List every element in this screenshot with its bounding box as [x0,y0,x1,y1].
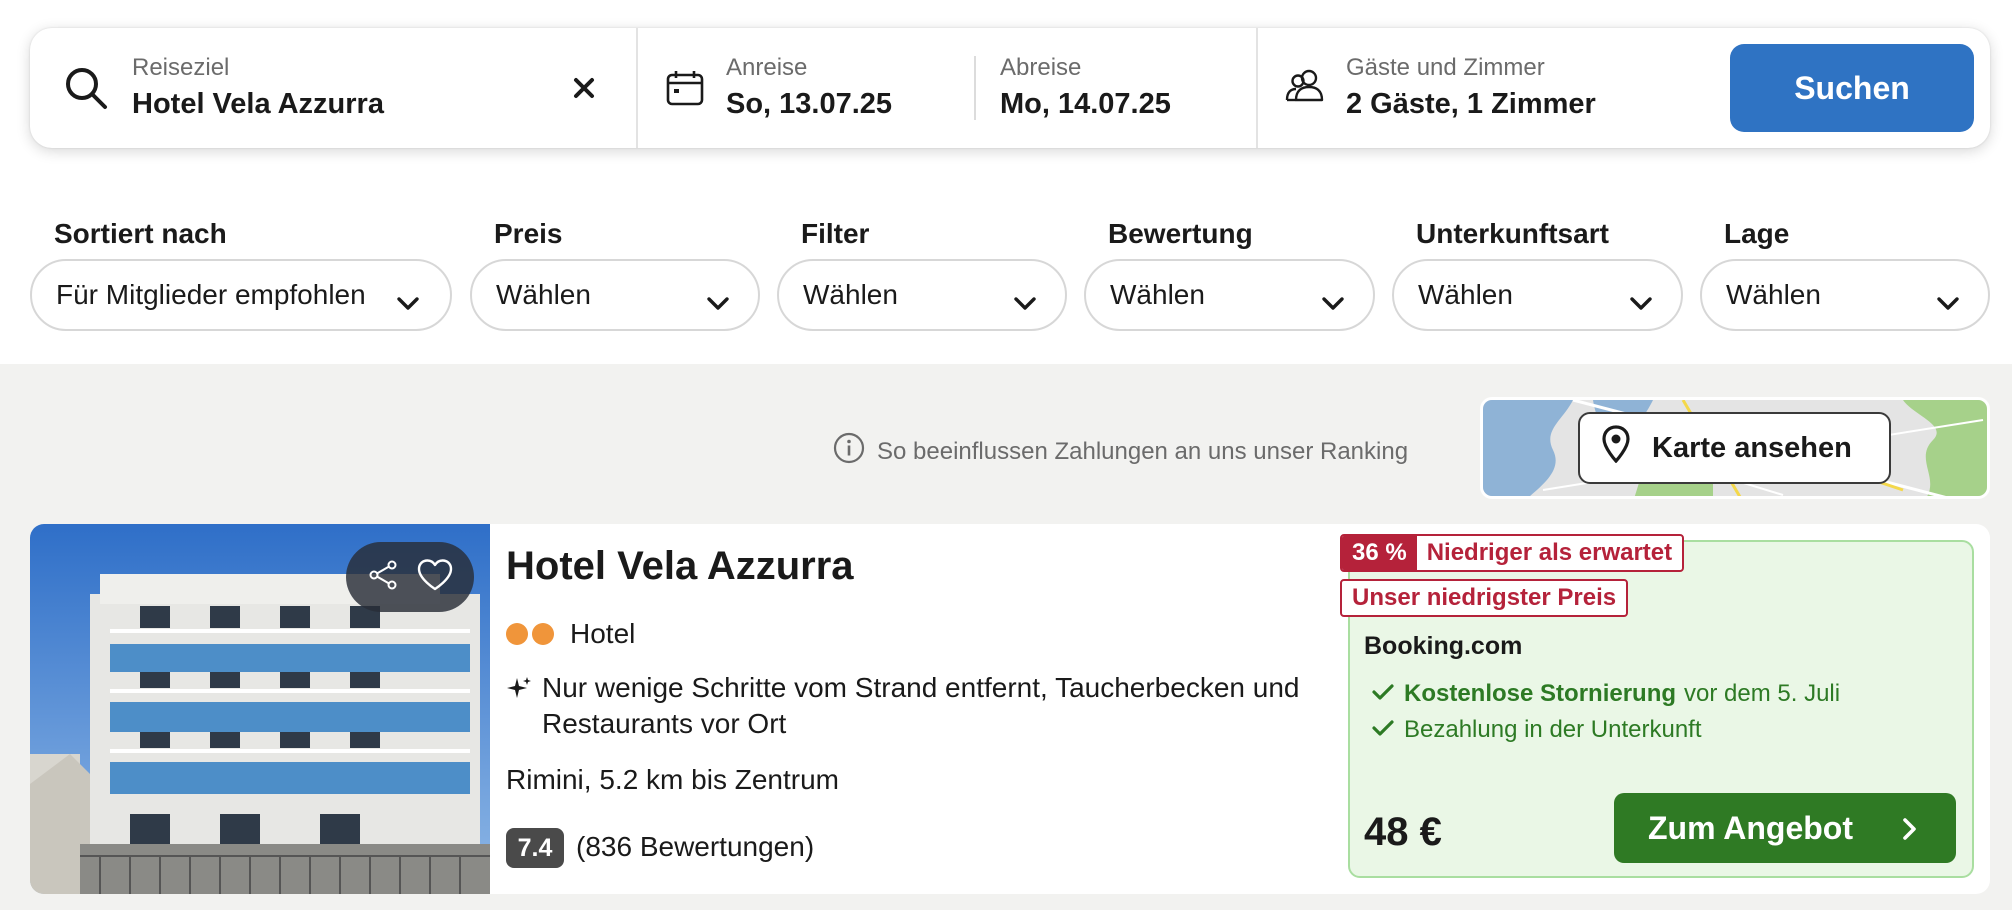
destination-field[interactable]: Reiseziel Hotel Vela Azzurra [130,28,550,148]
location-select[interactable]: Wählen [1700,259,1990,331]
price-select-value: Wählen [496,279,591,310]
rating-select-value: Wählen [1110,279,1205,310]
divider [974,56,976,120]
checkout-field[interactable]: Abreise Mo, 14.07.25 [1000,28,1260,148]
price-select[interactable]: Wählen [470,259,760,331]
filter-label-price: Preis [494,218,563,249]
info-icon [833,432,877,471]
filter-label-accommodation-type: Unterkunftsart [1416,218,1609,249]
perk-free-cancellation-bold: Kostenlose Stornierung [1404,680,1677,707]
sparkle-icon [506,676,532,707]
perk-free-cancellation: Kostenlose Stornierung vor dem 5. Juli [1372,680,1840,708]
heart-icon[interactable] [416,558,454,597]
perk-pay-at-property-label: Bezahlung in der Unterkunft [1404,716,1702,743]
location-select-value: Wählen [1726,279,1821,310]
provider-name: Booking.com [1364,632,1523,660]
photo-actions [346,542,474,612]
guests-value: 2 Gäste, 1 Zimmer [1346,88,1596,120]
filter-select[interactable]: Wählen [777,259,1067,331]
chevron-down-icon [1013,287,1037,319]
star-dot-icon [506,623,528,645]
map-button-label: Karte ansehen [1652,431,1852,464]
accommodation-type-select[interactable]: Wählen [1392,259,1683,331]
deal-text: Niedriger als erwartet [1426,539,1673,566]
sort-select[interactable]: Für Mitglieder empfohlen [30,259,452,331]
check-icon [1372,680,1404,708]
rating-select[interactable]: Wählen [1084,259,1375,331]
ranking-note: So beeinflussen Zahlungen an uns unser R… [877,437,1409,465]
sort-select-value: Für Mitglieder empfohlen [56,279,366,310]
destination-label: Reiseziel [132,54,230,81]
ranking-info[interactable]: So beeinflussen Zahlungen an uns unser R… [833,432,1408,471]
deal-badge: 36 % Niedriger als erwartet [1340,534,1685,572]
share-icon[interactable] [367,559,399,596]
clear-icon[interactable] [572,76,596,105]
deal-percent: 36 % [1342,536,1417,570]
check-icon [1372,716,1404,744]
chevron-down-icon [706,287,730,319]
accommodation-type-select-value: Wählen [1418,279,1513,310]
hotel-name[interactable]: Hotel Vela Azzurra [506,544,854,589]
perk-free-cancellation-rest: vor dem 5. Juli [1684,680,1841,707]
search-button[interactable]: Suchen [1730,44,1974,132]
price: 48 € [1364,810,1442,854]
chevron-down-icon [1936,287,1960,319]
destination-value: Hotel Vela Azzurra [132,88,384,120]
filter-label-filter: Filter [801,218,870,249]
checkin-label: Anreise [726,54,808,81]
map-pin-icon [1580,425,1652,471]
guests-label: Gäste und Zimmer [1346,54,1545,81]
divider [636,28,638,148]
perk-pay-at-property: Bezahlung in der Unterkunft [1372,716,1702,744]
view-deal-label: Zum Angebot [1648,809,1853,846]
hotel-description: Nur wenige Schritte vom Strand entfernt,… [542,672,1300,739]
checkin-field[interactable]: Anreise So, 13.07.25 [726,28,986,148]
hotel-result-card[interactable]: Hotel Vela Azzurra Hotel Nur wenige Schr… [30,524,1990,894]
chevron-down-icon [1629,287,1653,319]
view-deal-button[interactable]: Zum Angebot [1614,793,1956,863]
lowest-price-badge: Unser niedrigster Preis [1340,579,1629,617]
checkin-value: So, 13.07.25 [726,88,893,120]
checkout-value: Mo, 14.07.25 [1000,88,1171,120]
hotel-class: Hotel [506,618,635,650]
filter-label-sort: Sortiert nach [54,218,227,249]
checkout-label: Abreise [1000,54,1082,81]
filter-label-location: Lage [1724,218,1790,249]
hotel-photo[interactable] [30,524,490,894]
hotel-location: Rimini, 5.2 km bis Zentrum [506,764,839,795]
map-button[interactable]: Karte ansehen [1578,412,1891,484]
star-dot-icon [532,623,554,645]
hotel-type: Hotel [570,618,636,649]
review-count[interactable]: (836 Bewertungen) [576,831,814,863]
guests-icon [1284,68,1328,109]
divider [1256,28,1258,148]
rating-score: 7.4 [506,828,564,868]
chevron-down-icon [1321,287,1345,319]
filter-select-value: Wählen [803,279,898,310]
calendar-icon [666,70,704,111]
search-bar: Reiseziel Hotel Vela Azzurra Anreise So,… [30,28,1990,148]
filter-label-rating: Bewertung [1108,218,1253,249]
chevron-down-icon [396,287,420,319]
search-icon [64,66,108,115]
guests-field[interactable]: Gäste und Zimmer 2 Gäste, 1 Zimmer [1346,28,1726,148]
